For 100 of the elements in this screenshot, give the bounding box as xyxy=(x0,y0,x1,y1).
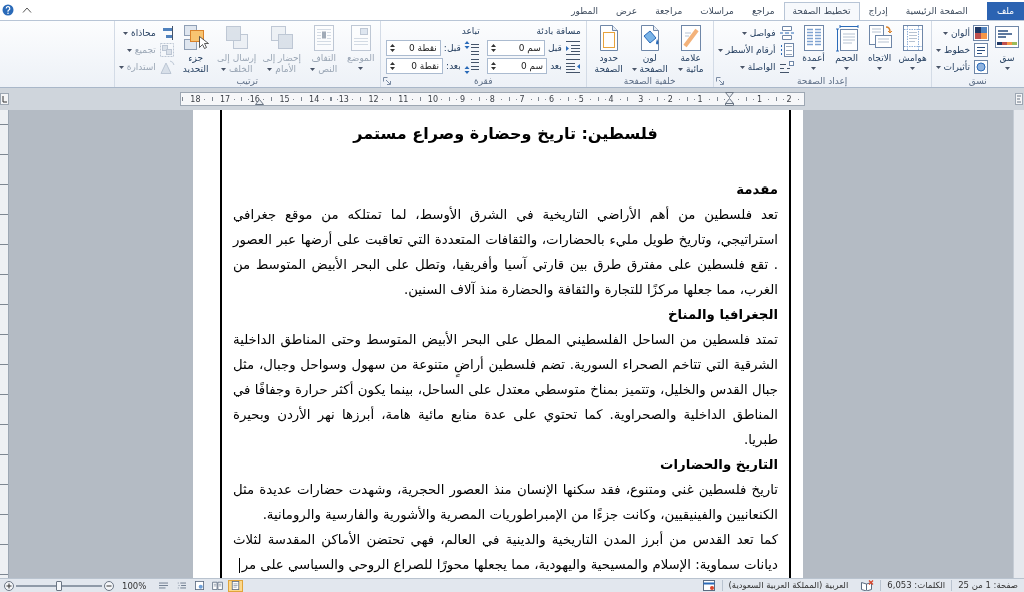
ribbon-button[interactable]: الواصلة xyxy=(715,59,797,75)
page-break-icon xyxy=(778,25,795,41)
ribbon-button[interactable]: فواصل xyxy=(715,25,797,41)
ribbon-button[interactable]: أرقام الأسطر xyxy=(715,42,797,58)
group-label: نسق xyxy=(967,74,988,87)
spinner-arrows-icon[interactable] xyxy=(389,60,395,71)
paragraph: تعد فلسطين من أهم الأراضي التاريخية في الشرق الأوسط، لما تمتلكه من موقع جغرافي استراتيجي، وتاريخ طويل مليء بالحضارات، والثقافات المتعددة التي تعاقبت على أرضها عبر العصور . تقع فلسطين على مفترق طرق بين قارتي آسيا وأفريقيا، وتطل على البحر الأبيض المتوسط من الغرب، مما جعلها مركزًا للتجارة والثقافة والحضارة منذ آلاف السنين. xyxy=(233,207,778,297)
ribbon-button[interactable]: محاذاة xyxy=(116,25,177,41)
section-label: مسافة بادئة xyxy=(536,25,581,38)
ruler-number: 1 xyxy=(696,94,704,104)
chevron-up-icon[interactable] xyxy=(22,7,32,13)
spinner-arrows-icon[interactable] xyxy=(490,42,496,53)
tab-selector-icon[interactable] xyxy=(0,93,9,105)
group-label: فقرة xyxy=(472,74,494,87)
field-label: قبل: xyxy=(443,42,461,53)
rotate-icon xyxy=(158,59,175,75)
ribbon-button[interactable]: ألوان xyxy=(933,25,991,41)
spin-field[interactable]: 0 سم xyxy=(486,57,548,74)
ruler-number: 1 xyxy=(755,94,763,104)
outline-view-icon xyxy=(176,581,188,590)
selection-pane-icon xyxy=(181,23,210,53)
proofing-book-icon[interactable] xyxy=(860,580,875,591)
spin-field[interactable]: 0 سم xyxy=(486,39,545,56)
ribbon-button[interactable]: الحجم xyxy=(830,22,863,70)
document-title: فلسطين: تاريخ وحضارة وصراع مستمر xyxy=(353,123,658,145)
ribbon-tab[interactable]: إدراج xyxy=(859,2,897,20)
hyphenation-icon xyxy=(778,59,795,75)
word-count[interactable]: الكلمات: 6,053 xyxy=(880,580,952,591)
indent-before-icon xyxy=(564,39,581,56)
group-label: خلفية الصفحة xyxy=(622,74,677,87)
draft-view-icon xyxy=(158,581,170,590)
section-heading: مقدمة xyxy=(736,181,778,199)
ribbon-button[interactable]: الاتجاه xyxy=(863,22,896,70)
ribbon-tab[interactable]: مراجع xyxy=(742,2,784,20)
zoom-out-icon[interactable] xyxy=(104,580,114,591)
spinner-arrows-icon[interactable] xyxy=(389,42,395,53)
zoom-in-icon[interactable] xyxy=(4,580,14,591)
slider-thumb[interactable] xyxy=(56,580,62,591)
ribbon-button[interactable]: تأثيرات xyxy=(933,59,991,75)
view-button[interactable] xyxy=(228,579,244,592)
ruler-number: 17 xyxy=(219,94,232,104)
section-heading: الجغرافيا والمناخ xyxy=(668,306,778,324)
ruler-number: 12 xyxy=(367,94,380,104)
ruler-number: 2 xyxy=(666,94,674,104)
ribbon-button[interactable]: لون الصفحة xyxy=(629,22,670,75)
group-label: إعداد الصفحة xyxy=(796,74,849,87)
ruler-number: 6 xyxy=(548,94,556,104)
text-box-icon xyxy=(973,42,989,58)
vertical-scrollbar[interactable] xyxy=(1013,110,1024,578)
help-icon[interactable] xyxy=(2,4,14,16)
language[interactable]: العربية (المملكة العربية السعودية) xyxy=(721,580,855,591)
spacing-before-icon xyxy=(463,39,480,56)
indent-marker-icon[interactable] xyxy=(725,92,735,106)
ruler-number: 8 xyxy=(488,94,496,104)
group-label: ترتيب xyxy=(235,74,259,87)
spinner-arrows-icon[interactable] xyxy=(490,60,496,71)
ribbon-button[interactable]: جزء التحديد xyxy=(177,22,214,75)
spin-field[interactable]: 0 نقطة xyxy=(385,57,444,74)
ruler-number: 11 xyxy=(397,94,410,104)
page-count[interactable]: صفحة: 1 من 25 xyxy=(951,580,1024,591)
ribbon-button[interactable]: خطوط xyxy=(933,42,991,58)
dialog-launcher-icon[interactable] xyxy=(715,76,724,85)
paragraph: كما تعد القدس من أبرز المدن التاريخية والدينية في العالم، فهي تحتضن الأماكن المقدسة لثلاث ديانات سماوية: الإسلام والمسيحية واليهودية، مما يجعلها محورًا للصراع الروحي والسياسي على مر xyxy=(233,532,778,572)
ribbon-tab[interactable]: المطور xyxy=(562,2,607,20)
print-layout-icon xyxy=(230,581,242,590)
ruler-number: 9 xyxy=(459,94,467,104)
ruler-number: 15 xyxy=(278,94,291,104)
ruler-number: 13 xyxy=(337,94,350,104)
ribbon-tab[interactable]: مراسلات xyxy=(691,2,743,20)
ribbon-tab[interactable]: تخطيط الصفحة xyxy=(783,2,860,20)
section-heading: التاريخ والحضارات xyxy=(660,456,778,474)
ribbon-button[interactable]: حدود الصفحة xyxy=(588,22,629,75)
paragraph: تاريخ فلسطين غني ومتنوع، فقد سكنها الإنسان منذ العصور الحجرية، وشهدت حضارات عديدة مثل الكنعانيين والفينيقيين، وكانت جزءًا من الإمبراطوريات المصرية والأشورية والفارسية والرومانية. xyxy=(233,482,778,522)
ruler-number: 7 xyxy=(518,94,526,104)
ruler-number: 5 xyxy=(577,94,585,104)
file-tab[interactable]: ملف xyxy=(986,2,1024,20)
view-ruler-icon[interactable] xyxy=(1015,93,1023,105)
ruler-number: 14 xyxy=(308,94,321,104)
ruler-number: 3 xyxy=(637,94,645,104)
spacing-after-icon xyxy=(463,57,480,74)
ruler-number: 4 xyxy=(607,94,615,104)
view-button[interactable] xyxy=(210,579,226,592)
group-objects-icon xyxy=(158,42,175,58)
web-layout-icon xyxy=(194,581,206,590)
color-swatches-icon xyxy=(973,25,989,41)
ribbon-tab[interactable]: الصفحة الرئيسية xyxy=(896,2,977,20)
zoom-level[interactable]: 100% xyxy=(122,580,147,591)
ribbon-button[interactable]: أعمدة xyxy=(797,22,830,70)
macro-recording-icon[interactable] xyxy=(701,580,716,591)
ribbon-button[interactable]: هوامش xyxy=(896,22,929,70)
spin-field[interactable]: 0 نقطة xyxy=(385,39,441,56)
field-label: قبل xyxy=(547,42,562,53)
dialog-launcher-icon[interactable] xyxy=(382,76,391,85)
reading-view-icon xyxy=(212,581,224,590)
ruler-number: 18 xyxy=(189,94,202,104)
paragraph: تمتد فلسطين من الساحل الفلسطيني المطل على البحر الأبيض المتوسط وحتى المناطق الداخلية الشرقية التي تتاخم الصحراء السورية. تضم فلسطين أراضٍ متنوعة من سهول وسواحل وجبال، مثل جبال القدس والخليل، وتتميز بمناخ متوسطي معتدل على الساحل، بينما يكون أكثر حرارة وجفافًا في المناطق الداخلية والصحراوية. كما تحتوي على عدة منابع مائية هامة، أبرزها نهر الأردن وبحيرة طبريا. xyxy=(233,332,778,447)
ribbon-tab[interactable]: مراجعة xyxy=(646,2,692,20)
ribbon-tab[interactable]: عرض xyxy=(606,2,647,20)
ribbon-button[interactable]: علامة مائية xyxy=(670,22,711,75)
ribbon-button[interactable]: سق xyxy=(992,22,1022,70)
